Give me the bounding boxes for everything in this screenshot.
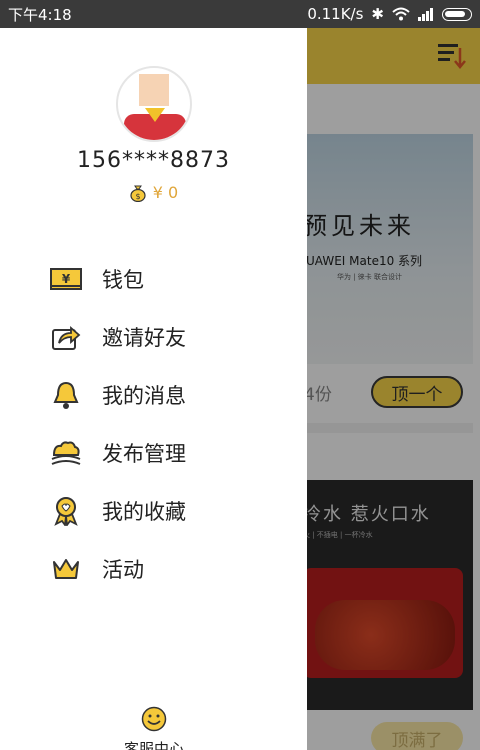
svg-text:¥: ¥ [62,272,71,286]
status-icons: 0.11K/s ✱ [307,5,472,23]
menu-label-publish: 发布管理 [102,442,186,466]
menu-label-invite: 邀请好友 [102,326,186,350]
user-phone: 156****8873 [77,148,230,173]
wifi-icon [392,7,410,21]
signal-icon [418,7,433,21]
smile-icon [141,706,167,732]
menu-item-messages[interactable]: 我的消息 [50,366,186,424]
service-label: 客服中心 [123,740,184,750]
menu-item-publish[interactable]: 发布管理 [50,424,186,482]
status-bar: 下午4:18 0.11K/s ✱ [0,0,480,28]
menu-label-messages: 我的消息 [102,384,186,408]
avatar-head [139,74,169,106]
avatar-collar [145,108,165,122]
bluetooth-icon: ✱ [371,5,384,23]
svg-text:$: $ [135,192,140,201]
network-speed: 0.11K/s [307,5,364,23]
battery-icon [442,7,472,21]
user-balance[interactable]: $ ¥ 0 [0,183,307,202]
navigation-drawer: 156****8873 $ ¥ 0 ¥ 钱包 邀请好友 我的消息 发布管理 我的… [0,28,307,750]
menu-label-activities: 活动 [102,558,144,582]
crown-icon [50,553,82,585]
menu-item-invite[interactable]: 邀请好友 [50,308,186,366]
status-time: 下午4:18 [8,5,72,24]
publish-icon [50,437,82,469]
menu-label-favorites: 我的收藏 [102,500,186,524]
balance-value: ¥ 0 [152,183,179,202]
menu-item-favorites[interactable]: 我的收藏 [50,482,186,540]
wallet-icon: ¥ [50,263,82,295]
bell-icon [50,379,82,411]
menu-item-wallet[interactable]: ¥ 钱包 [50,250,186,308]
money-bag-icon: $ [130,185,146,202]
avatar[interactable] [116,66,192,142]
medal-icon [50,495,82,527]
customer-service[interactable]: 客服中心 [104,706,204,750]
share-icon [50,321,82,353]
drawer-menu: ¥ 钱包 邀请好友 我的消息 发布管理 我的收藏 活动 [50,250,186,598]
menu-label-wallet: 钱包 [102,268,144,292]
menu-item-activities[interactable]: 活动 [50,540,186,598]
